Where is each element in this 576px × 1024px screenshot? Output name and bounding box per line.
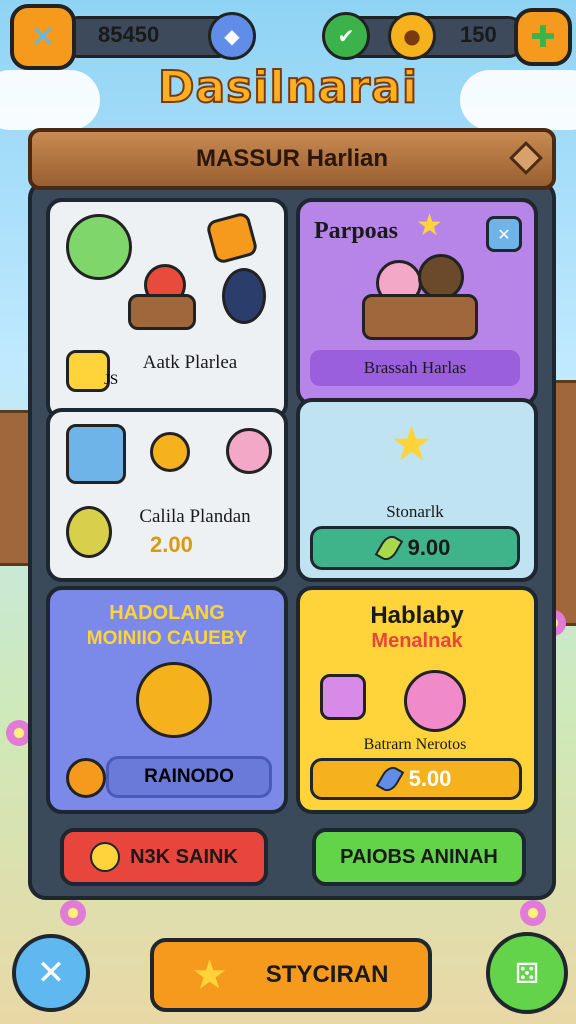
gem-icon: ◆ <box>208 12 256 60</box>
leaf-icon: ✔ <box>322 12 370 60</box>
close-card-button[interactable]: ✕ <box>486 216 522 252</box>
flower <box>60 900 86 926</box>
red-action-button[interactable]: N3K SAINK <box>60 828 268 886</box>
card-hadolang[interactable]: HADOLANG MOINIIO CAUEBY RAINODO <box>46 586 288 814</box>
card-label: Calila Plandan <box>139 506 251 527</box>
bottom-center-button[interactable]: ★ STYCIRAN <box>150 938 432 1012</box>
close-icon: ✕ <box>497 224 511 244</box>
panel-header: MASSUR Harlian <box>28 128 556 190</box>
star-icon: ★ <box>193 954 226 995</box>
price-value: 9.00 <box>407 535 451 560</box>
card-title-2: Menalnak <box>371 630 463 652</box>
price-button[interactable]: 5.00 <box>310 758 522 800</box>
face-token-icon <box>66 758 106 798</box>
bottom-right-button[interactable]: ⚄ <box>486 932 568 1014</box>
card-hablaby[interactable]: Hablaby Menalnak Batrarn Nerotos 5.00 <box>296 586 538 814</box>
red-action-label: N3K SAINK <box>130 845 238 868</box>
bottom-center-label: STYCIRAN <box>265 961 389 988</box>
star-icon: ★ <box>416 208 443 243</box>
ticket-icon <box>205 211 259 265</box>
close-button[interactable]: ✕ <box>10 4 76 70</box>
card-label: Aatk Plarlea <box>142 352 238 373</box>
close-x-icon: ✕ <box>36 953 66 993</box>
card-calila-plandan[interactable]: Calila Plandan 2.00 <box>46 408 288 582</box>
green-action-button[interactable]: PAIOBS ANINAH <box>312 828 526 886</box>
close-x-icon: ✕ <box>30 19 56 55</box>
pig-character-icon <box>226 428 272 474</box>
star-wand-icon: ★ <box>390 416 434 472</box>
ring-icon <box>150 432 190 472</box>
card-stonarlk[interactable]: ★ Stonarlk 9.00 <box>296 398 538 582</box>
dice-icon: ⚄ <box>514 956 540 990</box>
green-action-label: PAIOBS ANINAH <box>340 845 498 868</box>
fox-portrait-icon <box>66 424 126 484</box>
card-title: Parpoas <box>314 218 398 244</box>
card-label: Stonarlk <box>386 502 444 521</box>
settings-button[interactable]: ✚ <box>514 8 572 66</box>
price-button[interactable]: RAINODO <box>106 756 272 798</box>
coin-icon: ● <box>388 12 436 60</box>
left-currency-value: 85450 <box>98 22 160 47</box>
chat-bubble-icon <box>66 214 132 280</box>
boat-icon <box>362 294 478 340</box>
card-badge: JS <box>104 372 119 388</box>
penguin-character-icon <box>222 268 266 324</box>
chick-character-icon <box>66 506 112 558</box>
price-value: 5.00 <box>408 766 452 791</box>
card-title-1: Hablaby <box>370 602 464 629</box>
card-label: Brassah Harlas <box>363 358 467 377</box>
price-button[interactable]: 9.00 <box>310 526 520 570</box>
card-price: 2.00 <box>150 532 193 557</box>
price-value: RAINODO <box>144 766 234 787</box>
gift-box-icon <box>320 674 366 720</box>
face-token-icon <box>90 842 121 872</box>
card-aatk-plarlea[interactable]: JS Aatk Plarlea <box>46 198 288 420</box>
flower <box>520 900 546 926</box>
gem-icon <box>375 763 404 795</box>
game-title: Dasilnarai <box>157 61 419 114</box>
boat-icon <box>128 294 196 330</box>
card-title-1: HADOLANG <box>109 602 225 624</box>
bear-character-icon <box>136 662 212 738</box>
card-label: Batrarn Nerotos <box>363 736 467 753</box>
card-parpoas[interactable]: Parpoas ★ ✕ Brassah Harlas <box>296 198 538 406</box>
panel-header-text: MASSUR Harlian <box>195 145 389 172</box>
pig-character-icon <box>404 670 466 732</box>
right-currency-value: 150 <box>460 22 497 47</box>
bottom-left-button[interactable]: ✕ <box>12 934 90 1012</box>
leaf-icon <box>374 532 403 564</box>
puzzle-icon: ✚ <box>530 19 556 55</box>
diamond-icon <box>509 141 543 175</box>
card-title-2: MOINIIO CAUEBY <box>86 628 248 649</box>
